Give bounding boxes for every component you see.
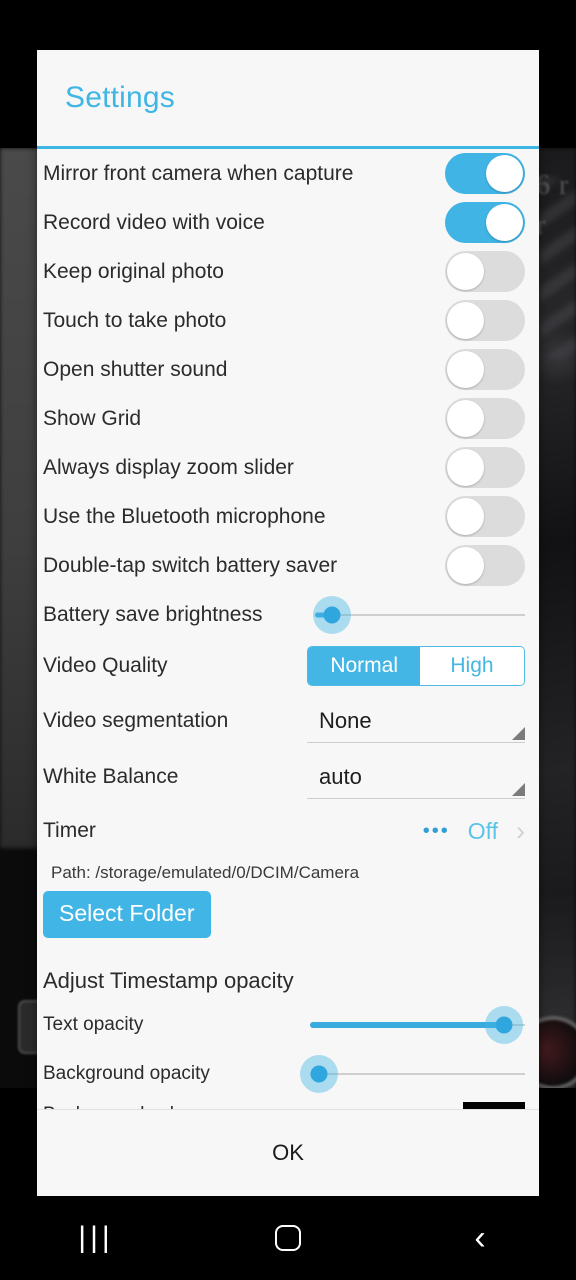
setting-label: Always display zoom slider (43, 455, 294, 479)
slider-thumb[interactable] (495, 1016, 512, 1033)
nav-back-button[interactable]: ‹ (384, 1221, 576, 1255)
setting-label: Video segmentation (43, 709, 229, 732)
recents-icon: ||| (78, 1221, 114, 1254)
storage-path-text: Path: /storage/emulated/0/DCIM/Camera (51, 863, 360, 882)
setting-label: White Balance (43, 765, 179, 788)
toggle-record-video-with-voice[interactable] (445, 202, 525, 243)
setting-label: Show Grid (43, 406, 142, 430)
setting-label: Keep original photo (43, 259, 224, 283)
setting-label: Touch to take photo (43, 308, 227, 332)
toggle-knob (486, 204, 523, 241)
toggle-knob (447, 302, 484, 339)
segment-normal[interactable]: Normal (308, 647, 420, 685)
setting-label: Open shutter sound (43, 357, 228, 381)
setting-row-battery-save-brightness[interactable]: Battery save brightness (37, 590, 539, 639)
toggle-knob (447, 351, 484, 388)
setting-row-record-video-with-voice[interactable]: Record video with voice (37, 198, 539, 247)
setting-row-background-opacity[interactable]: Background opacity (37, 1049, 539, 1098)
slider-thumb[interactable] (323, 606, 341, 623)
slider-fill (310, 1021, 504, 1028)
nav-home-button[interactable] (192, 1225, 384, 1251)
setting-row-always-display-zoom-slider[interactable]: Always display zoom slider (37, 443, 539, 492)
setting-row-touch-to-take-photo[interactable]: Touch to take photo (37, 296, 539, 345)
toggle-double-tap-battery-saver[interactable] (445, 545, 525, 586)
setting-label: Video Quality (43, 654, 168, 677)
chevron-down-icon (512, 727, 525, 740)
setting-label: Use the Bluetooth microphone (43, 504, 326, 528)
dropdown-video-segmentation[interactable]: None (307, 699, 525, 743)
segmented-video-quality[interactable]: Normal High (307, 646, 525, 686)
toggle-keep-original-photo[interactable] (445, 251, 525, 292)
setting-label: Record video with voice (43, 210, 265, 234)
dropdown-white-balance[interactable]: auto (307, 755, 525, 799)
setting-row-video-segmentation[interactable]: Video segmentation None (37, 693, 539, 749)
toggle-knob (447, 253, 484, 290)
setting-row-use-bluetooth-microphone[interactable]: Use the Bluetooth microphone (37, 492, 539, 541)
setting-label: Timer (43, 819, 96, 842)
settings-list[interactable]: Mirror front camera when capture Record … (37, 149, 539, 1109)
dropdown-value: None (319, 707, 372, 733)
dropdown-value: auto (319, 763, 362, 789)
select-folder-button[interactable]: Select Folder (43, 891, 211, 938)
setting-row-keep-original-photo[interactable]: Keep original photo (37, 247, 539, 296)
more-options-icon[interactable]: ••• (423, 821, 450, 841)
setting-row-mirror-front-camera[interactable]: Mirror front camera when capture (37, 149, 539, 198)
nav-recents-button[interactable]: ||| (0, 1221, 192, 1255)
setting-row-double-tap-battery-saver[interactable]: Double-tap switch battery saver (37, 541, 539, 590)
setting-label: Mirror front camera when capture (43, 161, 354, 185)
setting-row-video-quality[interactable]: Video Quality Normal High (37, 639, 539, 693)
setting-label: Background opacity (43, 1062, 210, 1084)
slider-background-opacity[interactable] (299, 1054, 525, 1094)
back-icon: ‹ (474, 1219, 486, 1257)
setting-label: Text opacity (43, 1013, 144, 1035)
timestamp-section-title: Adjust Timestamp opacity (43, 968, 294, 993)
chevron-down-icon (512, 783, 525, 796)
setting-label: Double-tap switch battery saver (43, 553, 338, 577)
toggle-open-shutter-sound[interactable] (445, 349, 525, 390)
dialog-footer: OK (37, 1109, 539, 1196)
android-navigation-bar: ||| ‹ (0, 1196, 576, 1280)
toggle-show-grid[interactable] (445, 398, 525, 439)
toggle-knob (486, 155, 523, 192)
setting-row-text-opacity[interactable]: Text opacity (37, 1000, 539, 1049)
slider-text-opacity[interactable] (310, 1005, 525, 1045)
setting-row-open-shutter-sound[interactable]: Open shutter sound (37, 345, 539, 394)
background-color-swatch[interactable] (463, 1101, 525, 1109)
phone-screen: 6 r r Settings Mirror front camera when … (0, 0, 576, 1280)
home-icon (275, 1225, 301, 1251)
toggle-knob (447, 449, 484, 486)
page-title: Settings (65, 81, 175, 114)
backdrop-text-fragments: 6 r r (536, 170, 570, 241)
timer-controls[interactable]: ••• Off › (423, 815, 525, 846)
toggle-knob (447, 498, 484, 535)
setting-label: Background color (43, 1104, 191, 1109)
settings-dialog: Settings Mirror front camera when captur… (37, 50, 539, 1196)
ok-button[interactable]: OK (272, 1140, 304, 1166)
toggle-mirror-front-camera[interactable] (445, 153, 525, 194)
toggle-knob (447, 400, 484, 437)
timer-value[interactable]: Off (468, 818, 498, 845)
chevron-right-icon: › (516, 815, 525, 846)
setting-row-show-grid[interactable]: Show Grid (37, 394, 539, 443)
slider-battery-save-brightness[interactable] (312, 595, 525, 635)
toggle-knob (447, 547, 484, 584)
toggle-touch-to-take-photo[interactable] (445, 300, 525, 341)
dialog-header: Settings (37, 50, 539, 149)
setting-row-timer[interactable]: Timer ••• Off › (37, 805, 539, 857)
setting-label: Battery save brightness (43, 602, 263, 626)
slider-track (310, 1072, 525, 1075)
slider-thumb[interactable] (310, 1065, 328, 1082)
backdrop-left-band (0, 148, 40, 848)
toggle-use-bluetooth-microphone[interactable] (445, 496, 525, 537)
toggle-always-display-zoom-slider[interactable] (445, 447, 525, 488)
segment-high[interactable]: High (420, 647, 524, 685)
setting-row-white-balance[interactable]: White Balance auto (37, 749, 539, 805)
setting-row-background-color[interactable]: Background color (37, 1098, 539, 1109)
